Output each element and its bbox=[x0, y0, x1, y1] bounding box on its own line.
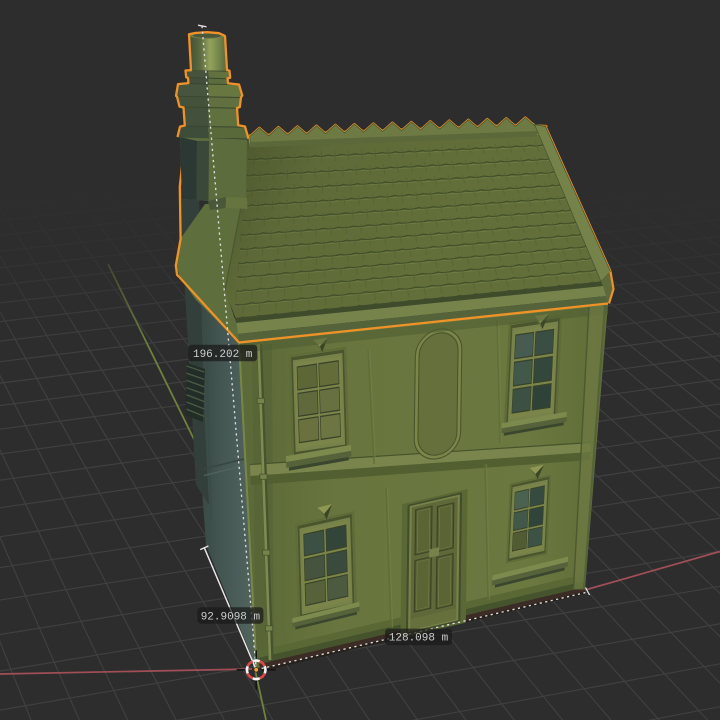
svg-text:92.9098 m: 92.9098 m bbox=[201, 611, 261, 623]
svg-text:128.098 m: 128.098 m bbox=[389, 633, 449, 645]
svg-text:196.202 m: 196.202 m bbox=[193, 349, 253, 361]
